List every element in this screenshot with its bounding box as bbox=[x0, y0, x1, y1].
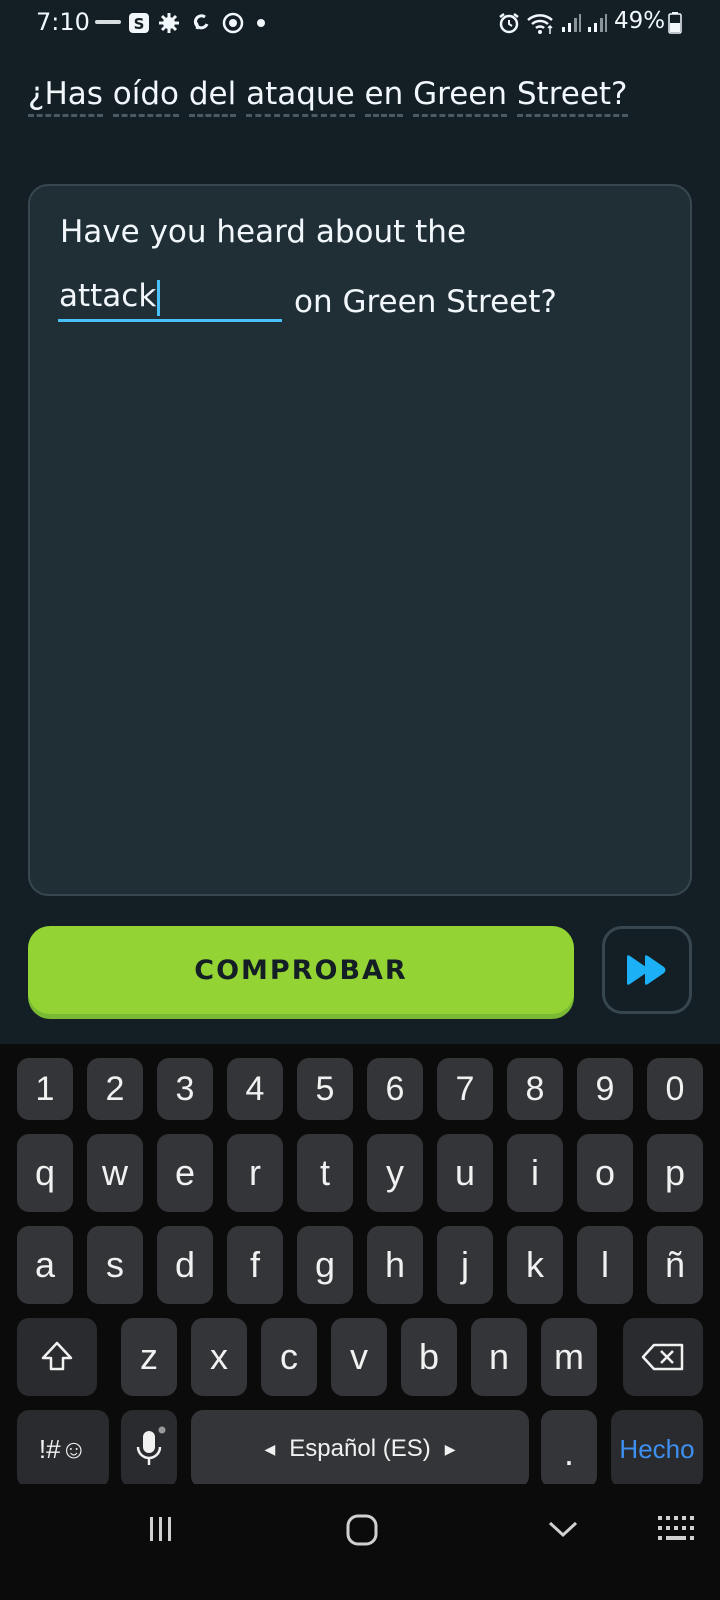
key-q[interactable]: q bbox=[17, 1134, 73, 1212]
key-a[interactable]: a bbox=[17, 1226, 73, 1304]
key-r[interactable]: r bbox=[227, 1134, 283, 1212]
key-u[interactable]: u bbox=[437, 1134, 493, 1212]
done-key[interactable]: Hecho bbox=[611, 1410, 703, 1488]
key-2[interactable]: 2 bbox=[87, 1058, 143, 1120]
shift-key[interactable] bbox=[17, 1318, 97, 1396]
gear-app-icon bbox=[159, 13, 179, 33]
back-chevron-down-icon[interactable] bbox=[546, 1518, 580, 1540]
prompt-word[interactable]: Street? bbox=[516, 76, 628, 117]
period-key[interactable]: . bbox=[541, 1410, 597, 1488]
key-l[interactable]: l bbox=[577, 1226, 633, 1304]
prompt-word[interactable]: ¿Has bbox=[28, 76, 103, 117]
sync-app-icon bbox=[193, 14, 209, 30]
prompt-word[interactable]: en bbox=[364, 76, 404, 117]
key-p[interactable]: p bbox=[647, 1134, 703, 1212]
recent-apps-icon[interactable] bbox=[146, 1514, 176, 1544]
key-k[interactable]: k bbox=[507, 1226, 563, 1304]
key-o[interactable]: o bbox=[577, 1134, 633, 1212]
key-e[interactable]: e bbox=[157, 1134, 213, 1212]
key-s[interactable]: s bbox=[87, 1226, 143, 1304]
fast-forward-icon bbox=[627, 955, 666, 985]
svg-text:S: S bbox=[134, 15, 145, 33]
key-b[interactable]: b bbox=[401, 1318, 457, 1396]
home-icon[interactable] bbox=[344, 1512, 380, 1548]
microphone-icon bbox=[136, 1426, 166, 1465]
key-c[interactable]: c bbox=[261, 1318, 317, 1396]
battery-percentage: 49% bbox=[614, 8, 666, 34]
wifi-icon bbox=[527, 14, 553, 34]
key-9[interactable]: 9 bbox=[577, 1058, 633, 1120]
space-key-label: Español (ES) bbox=[289, 1435, 431, 1462]
status-time: 7:10 bbox=[36, 8, 90, 36]
key-6[interactable]: 6 bbox=[367, 1058, 423, 1120]
key-n-tilde[interactable]: ñ bbox=[647, 1226, 703, 1304]
voice-input-key[interactable] bbox=[121, 1410, 177, 1488]
system-nav-bar bbox=[0, 1484, 720, 1600]
target-app-icon bbox=[222, 12, 244, 34]
key-7[interactable]: 7 bbox=[437, 1058, 493, 1120]
key-1[interactable]: 1 bbox=[17, 1058, 73, 1120]
key-m[interactable]: m bbox=[541, 1318, 597, 1396]
key-i[interactable]: i bbox=[507, 1134, 563, 1212]
s-app-icon: S bbox=[129, 13, 149, 33]
answer-blank-input[interactable]: attack bbox=[58, 274, 282, 322]
skip-button[interactable] bbox=[602, 926, 692, 1014]
backspace-key[interactable] bbox=[623, 1318, 703, 1396]
status-bar: 7:10 S 49% bbox=[0, 0, 720, 48]
check-button[interactable]: COMPROBAR bbox=[28, 926, 574, 1014]
answer-text-line-2: on Green Street? bbox=[294, 284, 557, 320]
prompt-word[interactable]: ataque bbox=[246, 76, 355, 117]
key-v[interactable]: v bbox=[331, 1318, 387, 1396]
shift-icon bbox=[41, 1341, 73, 1371]
battery-icon bbox=[668, 12, 682, 34]
prompt-sentence: ¿Has oído del ataque en Green Street? bbox=[28, 72, 698, 117]
signal-icon-2 bbox=[588, 14, 607, 32]
key-z[interactable]: z bbox=[121, 1318, 177, 1396]
prompt-word[interactable]: Green bbox=[413, 76, 507, 117]
key-3[interactable]: 3 bbox=[157, 1058, 213, 1120]
signal-icon bbox=[562, 14, 581, 32]
backspace-icon bbox=[641, 1343, 684, 1371]
answer-text-line-1: Have you heard about the bbox=[60, 214, 467, 250]
prompt-word[interactable]: del bbox=[188, 76, 237, 117]
space-key[interactable]: ◀ Español (ES) ▶ bbox=[191, 1410, 529, 1488]
key-x[interactable]: x bbox=[191, 1318, 247, 1396]
chevron-left-icon: ◀ bbox=[264, 1440, 276, 1457]
answer-card: Have you heard about the attack on Green… bbox=[28, 184, 692, 896]
key-0[interactable]: 0 bbox=[647, 1058, 703, 1120]
key-h[interactable]: h bbox=[367, 1226, 423, 1304]
key-w[interactable]: w bbox=[87, 1134, 143, 1212]
key-g[interactable]: g bbox=[297, 1226, 353, 1304]
key-8[interactable]: 8 bbox=[507, 1058, 563, 1120]
coinbase-icon bbox=[95, 20, 121, 24]
on-screen-keyboard: 1 2 3 4 5 6 7 8 9 0 q w e r t y u i o p … bbox=[0, 1044, 720, 1488]
alarm-icon bbox=[499, 13, 519, 34]
key-y[interactable]: y bbox=[367, 1134, 423, 1212]
chevron-right-icon: ▶ bbox=[444, 1440, 456, 1457]
key-5[interactable]: 5 bbox=[297, 1058, 353, 1120]
answer-input-value: attack bbox=[59, 278, 157, 314]
key-d[interactable]: d bbox=[157, 1226, 213, 1304]
key-t[interactable]: t bbox=[297, 1134, 353, 1212]
keyboard-switch-icon[interactable] bbox=[656, 1514, 696, 1544]
key-n[interactable]: n bbox=[471, 1318, 527, 1396]
key-f[interactable]: f bbox=[227, 1226, 283, 1304]
dot-icon bbox=[257, 19, 265, 27]
prompt-word[interactable]: oído bbox=[112, 76, 180, 117]
key-4[interactable]: 4 bbox=[227, 1058, 283, 1120]
text-cursor bbox=[157, 279, 161, 316]
symbols-key[interactable]: !#☺ bbox=[17, 1410, 109, 1488]
key-j[interactable]: j bbox=[437, 1226, 493, 1304]
